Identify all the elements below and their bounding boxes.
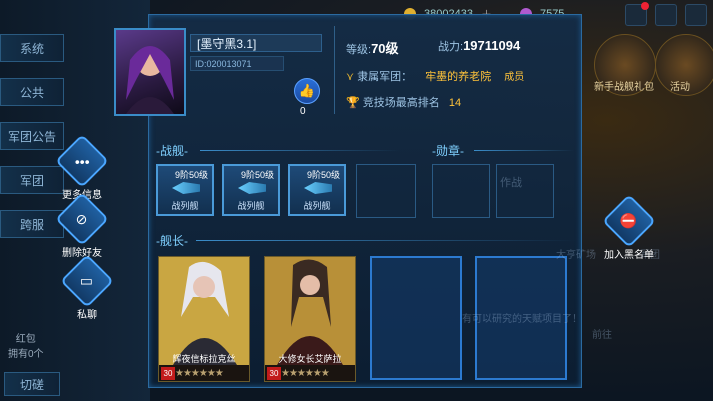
ship-name: 战列舰 [171,201,199,211]
player-name: [墨守黑3.1] [190,34,322,52]
battleship-icon [238,182,266,194]
bg-mine-label: 大亨矿场 [556,250,596,261]
captain-level: 30 [161,367,175,380]
legion-emblem-icon: ⋎ [346,71,355,83]
blacklist-icon: ⛔ [602,194,656,248]
badges-divider [474,150,574,151]
captain-portrait [265,257,355,365]
remove-user-icon: ⊘ [55,192,109,246]
ship-name: 战列舰 [303,201,331,211]
thumbs-up-icon: 👍 [298,83,316,98]
level-value: 70级 [371,41,399,56]
arena-stat: 🏆 竞技场最高排名 14 [346,94,461,110]
power-value: 19711094 [463,38,521,53]
tab-public[interactable]: 公共 [0,78,64,106]
badge-slot-2[interactable] [496,164,554,218]
like-count: 0 [300,106,306,117]
ship-level: 9阶50级 [240,170,274,180]
legion-label: 隶属军团： [357,71,413,83]
tab-legion-notice[interactable]: 军团公告 [0,122,64,150]
settings-icon[interactable] [685,4,707,26]
captain-level: 30 [267,367,281,380]
legion-role: 成员 [504,72,525,83]
private-chat-label: 私聊 [77,310,97,321]
more-icon: ••• [55,134,109,188]
arena-rank: 14 [448,97,462,109]
notification-dot [641,2,649,10]
power-label: 战力: [438,41,464,53]
level-stat: 等级:70级 [346,38,399,57]
ship-level: 9阶50级 [174,170,208,180]
ship-slot-1[interactable]: 9阶50级 战列舰 [156,164,214,216]
divider [334,26,335,114]
ship-slot-3[interactable]: 9阶50级 战列舰 [288,164,346,216]
blacklist-button[interactable]: ⛔ 加入黑名单 [602,194,656,261]
blacklist-label: 加入黑名单 [604,250,654,261]
captain-stars: ★★★★★★ [175,368,224,379]
badges-section-title: -勋章- [432,144,464,158]
chat-icon: ▭ [60,254,114,308]
ship-name: 战列舰 [237,201,265,211]
private-chat-button[interactable]: ▭ 私聊 [60,254,114,321]
captains-divider [196,240,576,241]
bg-combat-label: 作战 [500,177,522,189]
battleship-icon [172,182,200,194]
tab-legion[interactable]: 军团 [0,166,64,194]
ship-level: 9阶50级 [306,170,340,180]
captain-card-2[interactable]: 大修女长艾萨拉 30 ★★★★★★ [264,256,356,382]
bg-talent-notice: 有可以研究的天赋项目了！ [462,314,582,325]
ships-section-title: -战舰- [156,144,188,158]
ship-slot-2[interactable]: 9阶50级 战列舰 [222,164,280,216]
mail-icon[interactable] [655,4,677,26]
player-id: ID:020013071 [190,56,284,71]
red-packet-label: 红包 拥有0个 [8,334,44,360]
trophy-icon: 🏆 [346,97,360,109]
power-stat: 战力:19711094 [438,38,520,54]
legion-name[interactable]: 牢墨的养老院 [425,71,491,83]
remove-friend-button[interactable]: ⊘ 删除好友 [55,192,109,259]
more-info-button[interactable]: ••• 更多信息 [55,134,109,201]
friends-icon[interactable] [625,2,649,26]
arena-label: 竞技场最高排名 [362,97,440,109]
ship-slot-empty[interactable] [356,164,416,218]
legion-stat: ⋎ 隶属军团： 牢墨的养老院 成员 [346,68,524,84]
remove-friend-label: 删除好友 [62,248,102,259]
badge-slot-1[interactable] [432,164,490,218]
tab-cross-server[interactable]: 跨服 [0,210,64,238]
captain-card-1[interactable]: 辉夜信标拉克丝 30 ★★★★★★ [158,256,250,382]
captain-slot-empty-1[interactable] [370,256,462,380]
like-button[interactable]: 👍 [294,78,320,104]
level-label: 等级: [346,44,372,56]
player-avatar [114,28,186,116]
captain-portrait [159,257,249,365]
battleship-icon [304,182,332,194]
tab-system[interactable]: 系统 [0,34,64,62]
event-label: 活动 [670,82,690,93]
top-right-icons [625,2,707,26]
captain-stars: ★★★★★★ [281,368,330,379]
captains-section-title: -舰长- [156,234,188,248]
captain-name: 辉夜信标拉克丝 [172,354,236,364]
bg-go-label: 前往 [592,330,612,341]
ships-divider [200,150,400,151]
captain-name: 大修女长艾萨拉 [278,354,342,364]
spar-button[interactable]: 切磋 [4,372,60,396]
